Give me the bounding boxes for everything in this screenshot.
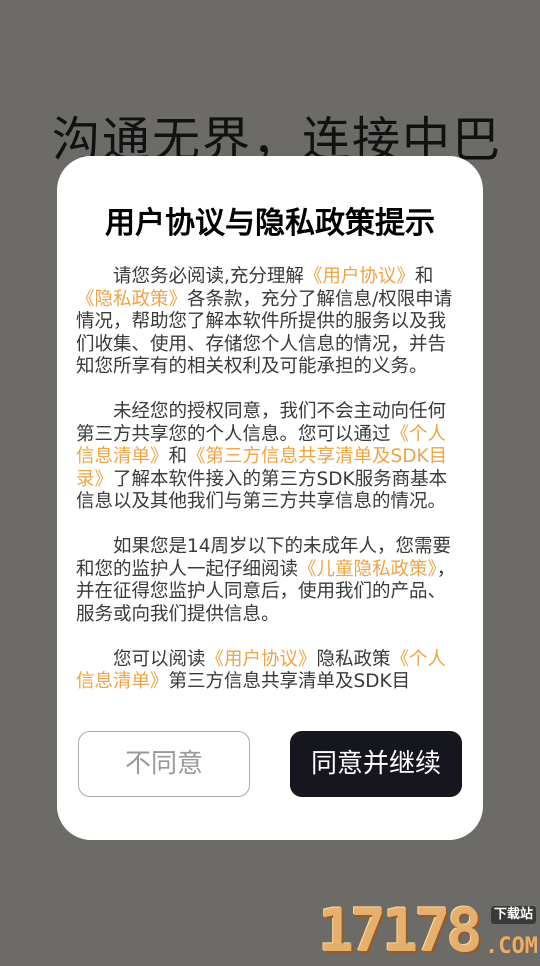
policy-text: 您可以阅读	[113, 648, 206, 670]
policy-link[interactable]: 《用户协议》	[304, 266, 415, 287]
policy-link[interactable]: 《隐私政策》	[76, 289, 187, 310]
policy-content[interactable]: 请您务必阅读,充分理解《用户协议》和《隐私政策》各条款，充分了解信息/权限申请情…	[76, 266, 462, 700]
policy-text: 和	[414, 266, 434, 287]
policy-text: 了解本软件接入的第三方SDK服务商基本信息以及其他我们与第三方共享信息的情况。	[76, 468, 448, 513]
privacy-dialog: 用户协议与隐私政策提示 请您务必阅读,充分理解《用户协议》和《隐私政策》各条款，…	[57, 156, 483, 840]
policy-text: 请您务必阅读,充分理解	[113, 266, 304, 287]
site-watermark: 17178 下载站 .COM	[318, 896, 540, 966]
policy-link[interactable]: 《用户协议》	[206, 649, 317, 670]
disagree-button[interactable]: 不同意	[78, 731, 250, 797]
watermark-suffix: .COM	[485, 934, 538, 959]
policy-link[interactable]: 《儿童隐私政策》	[298, 559, 437, 580]
agree-continue-button[interactable]: 同意并继续	[290, 731, 462, 797]
policy-text: 和	[168, 446, 188, 467]
policy-text: 第三方信息共享清单及SDK目	[168, 671, 411, 692]
policy-paragraph: 请您务必阅读,充分理解《用户协议》和《隐私政策》各条款，充分了解信息/权限申请情…	[76, 266, 462, 379]
dialog-title: 用户协议与隐私政策提示	[105, 206, 435, 241]
policy-paragraph: 未经您的授权同意，我们不会主动向任何第三方共享您的个人信息。您可以通过《个人信息…	[76, 401, 462, 514]
policy-paragraph: 如果您是14周岁以下的未成年人，您需要和您的监护人一起仔细阅读《儿童隐私政策》，…	[76, 536, 462, 626]
policy-paragraph: 您可以阅读《用户协议》隐私政策《个人信息清单》第三方信息共享清单及SDK目	[76, 649, 462, 694]
policy-text: 隐私政策	[316, 648, 391, 670]
watermark-tag: 下载站	[490, 906, 536, 924]
watermark-number: 17178	[318, 896, 483, 966]
